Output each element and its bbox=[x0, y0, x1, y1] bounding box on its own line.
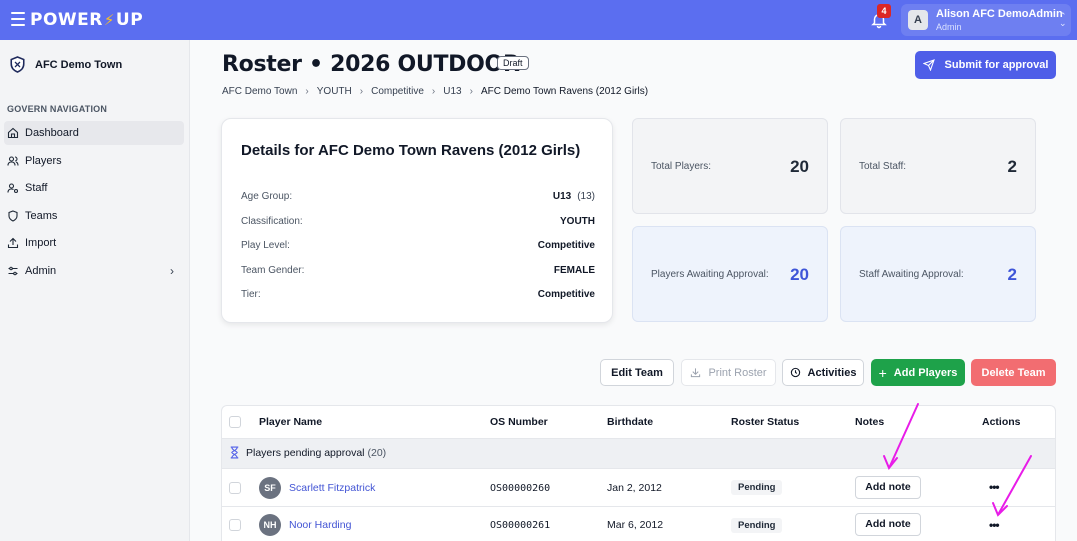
chevron-right-icon: › bbox=[359, 86, 364, 97]
org-name: AFC Demo Town bbox=[35, 58, 123, 71]
row-checkbox[interactable] bbox=[229, 519, 241, 531]
sidebar-item-label: Players bbox=[25, 154, 62, 167]
sidebar-item-teams[interactable]: Teams bbox=[4, 204, 184, 228]
player-name-link[interactable]: Noor Harding bbox=[289, 519, 351, 531]
breadcrumb-item[interactable]: YOUTH bbox=[317, 86, 352, 97]
detail-row-age-group: Age Group: U13 (13) bbox=[241, 191, 595, 202]
sidebar-item-staff[interactable]: Staff bbox=[4, 176, 184, 200]
edit-team-button[interactable]: Edit Team bbox=[600, 359, 674, 386]
sidebar: AFC Demo Town GOVERN NAVIGATION Dashboar… bbox=[0, 40, 190, 541]
plus-icon: + bbox=[878, 364, 887, 381]
send-icon bbox=[922, 59, 935, 71]
nav-section-title: GOVERN NAVIGATION bbox=[7, 104, 108, 114]
notification-count-badge: 4 bbox=[877, 4, 891, 18]
group-count: (20) bbox=[367, 447, 387, 459]
add-note-button[interactable]: Add note bbox=[855, 476, 921, 499]
table-header: Player Name OS Number Birthdate Roster S… bbox=[222, 406, 1055, 439]
print-roster-button[interactable]: Print Roster bbox=[681, 359, 776, 386]
birthdate: Jan 2, 2012 bbox=[607, 482, 662, 494]
avatar: SF bbox=[259, 477, 281, 499]
detail-row-classification: Classification: YOUTH bbox=[241, 215, 595, 227]
group-row-pending[interactable]: Players pending approval (20) bbox=[222, 439, 1055, 469]
org-switcher[interactable]: AFC Demo Town bbox=[10, 56, 122, 73]
chevron-right-icon: › bbox=[305, 86, 309, 97]
sidebar-item-players[interactable]: Players bbox=[4, 149, 184, 173]
page-title: Roster • 2026 OUTDOOR bbox=[222, 52, 520, 77]
hourglass-icon bbox=[229, 446, 240, 462]
user-name: Alison AFC DemoAdmin bbox=[936, 8, 1063, 20]
chevron-up-down-icon: ⌃ ⌄ bbox=[1059, 11, 1067, 28]
sidebar-item-dashboard[interactable]: Dashboard bbox=[4, 121, 184, 145]
sidebar-item-label: Import bbox=[25, 237, 57, 250]
sidebar-item-label: Dashboard bbox=[25, 127, 79, 139]
table-row: NH Noor Harding OS00000261 Mar 6, 2012 P… bbox=[222, 507, 1055, 541]
column-header-player-name[interactable]: Player Name bbox=[259, 416, 322, 428]
group-label: Players pending approval bbox=[246, 447, 365, 459]
stat-players-awaiting-approval: Players Awaiting Approval: 20 bbox=[632, 226, 828, 322]
sidebar-item-label: Teams bbox=[25, 209, 58, 222]
chevron-right-icon: › bbox=[469, 86, 473, 97]
sidebar-item-label: Admin bbox=[25, 264, 57, 277]
column-header-roster-status[interactable]: Roster Status bbox=[731, 416, 799, 428]
user-gear-icon bbox=[7, 182, 19, 194]
breadcrumb-item[interactable]: Competitive bbox=[371, 86, 424, 97]
hamburger-menu-icon[interactable] bbox=[11, 12, 25, 26]
shield-icon bbox=[7, 210, 19, 222]
stat-total-players: Total Players: 20 bbox=[632, 118, 828, 214]
avatar: NH bbox=[259, 514, 281, 536]
os-number: OS00000260 bbox=[490, 483, 551, 494]
row-checkbox[interactable] bbox=[229, 482, 241, 494]
home-icon bbox=[7, 127, 19, 139]
player-name-link[interactable]: Scarlett Fitzpatrick bbox=[289, 482, 375, 494]
sidebar-item-label: Staff bbox=[25, 182, 48, 195]
top-bar: POWER ⚡ UP 4 A Alison AFC DemoAdmin Admin … bbox=[0, 0, 1077, 40]
sliders-icon bbox=[7, 265, 19, 277]
column-header-os-number[interactable]: OS Number bbox=[490, 416, 548, 428]
submit-for-approval-button[interactable]: Submit for approval bbox=[915, 51, 1056, 79]
club-crest-icon bbox=[10, 56, 25, 73]
detail-row-play-level: Play Level: Competitive bbox=[241, 240, 595, 251]
breadcrumb-current: AFC Demo Town Ravens (2012 Girls) bbox=[480, 86, 649, 97]
stat-staff-awaiting-approval: Staff Awaiting Approval: 2 bbox=[840, 226, 1036, 322]
clock-icon bbox=[790, 367, 801, 378]
sidebar-nav: Dashboard Players Staff Teams Import Adm… bbox=[0, 121, 190, 287]
avatar: A bbox=[908, 10, 928, 30]
select-all-checkbox[interactable] bbox=[229, 416, 241, 428]
birthdate: Mar 6, 2012 bbox=[607, 519, 664, 531]
row-actions-menu-icon[interactable]: ••• bbox=[989, 518, 1000, 532]
user-menu[interactable]: A Alison AFC DemoAdmin Admin ⌃ ⌄ bbox=[901, 4, 1071, 36]
detail-row-tier: Tier: Competitive bbox=[241, 289, 595, 300]
upload-icon bbox=[7, 237, 19, 249]
status-badge: Draft bbox=[497, 56, 529, 70]
row-actions-menu-icon[interactable]: ••• bbox=[989, 480, 1000, 494]
column-header-actions: Actions bbox=[982, 416, 1021, 428]
add-note-button[interactable]: Add note bbox=[855, 513, 921, 536]
delete-team-button[interactable]: Delete Team bbox=[971, 359, 1056, 386]
add-players-button[interactable]: + Add Players bbox=[871, 359, 965, 386]
app-logo[interactable]: POWER ⚡ UP bbox=[30, 10, 143, 30]
details-title: Details for AFC Demo Town Ravens (2012 G… bbox=[241, 142, 581, 159]
users-icon bbox=[7, 155, 19, 167]
chevron-right-icon: › bbox=[431, 86, 436, 97]
chevron-right-icon: › bbox=[170, 263, 174, 278]
stat-total-staff: Total Staff: 2 bbox=[840, 118, 1036, 214]
status-badge: Pending bbox=[731, 518, 783, 533]
activities-button[interactable]: Activities bbox=[782, 359, 864, 386]
sidebar-item-admin[interactable]: Admin › bbox=[4, 259, 184, 283]
bolt-icon: ⚡ bbox=[103, 11, 115, 29]
breadcrumb: AFC Demo Town › YOUTH › Competitive › U13 › … bbox=[222, 86, 648, 97]
download-icon bbox=[690, 367, 701, 378]
roster-table: Player Name OS Number Birthdate Roster S… bbox=[221, 405, 1056, 541]
table-row: SF Scarlett Fitzpatrick OS00000260 Jan 2… bbox=[222, 470, 1055, 507]
detail-row-team-gender: Team Gender: FEMALE bbox=[241, 264, 595, 276]
os-number: OS00000261 bbox=[490, 520, 551, 531]
breadcrumb-item[interactable]: U13 bbox=[443, 86, 461, 97]
breadcrumb-item[interactable]: AFC Demo Town bbox=[222, 86, 297, 97]
column-header-notes: Notes bbox=[855, 416, 885, 428]
user-role: Admin bbox=[936, 22, 962, 32]
team-details-card: Details for AFC Demo Town Ravens (2012 G… bbox=[221, 118, 613, 323]
column-header-birthdate[interactable]: Birthdate bbox=[607, 416, 653, 428]
sidebar-item-import[interactable]: Import bbox=[4, 231, 184, 255]
status-badge: Pending bbox=[731, 480, 783, 495]
